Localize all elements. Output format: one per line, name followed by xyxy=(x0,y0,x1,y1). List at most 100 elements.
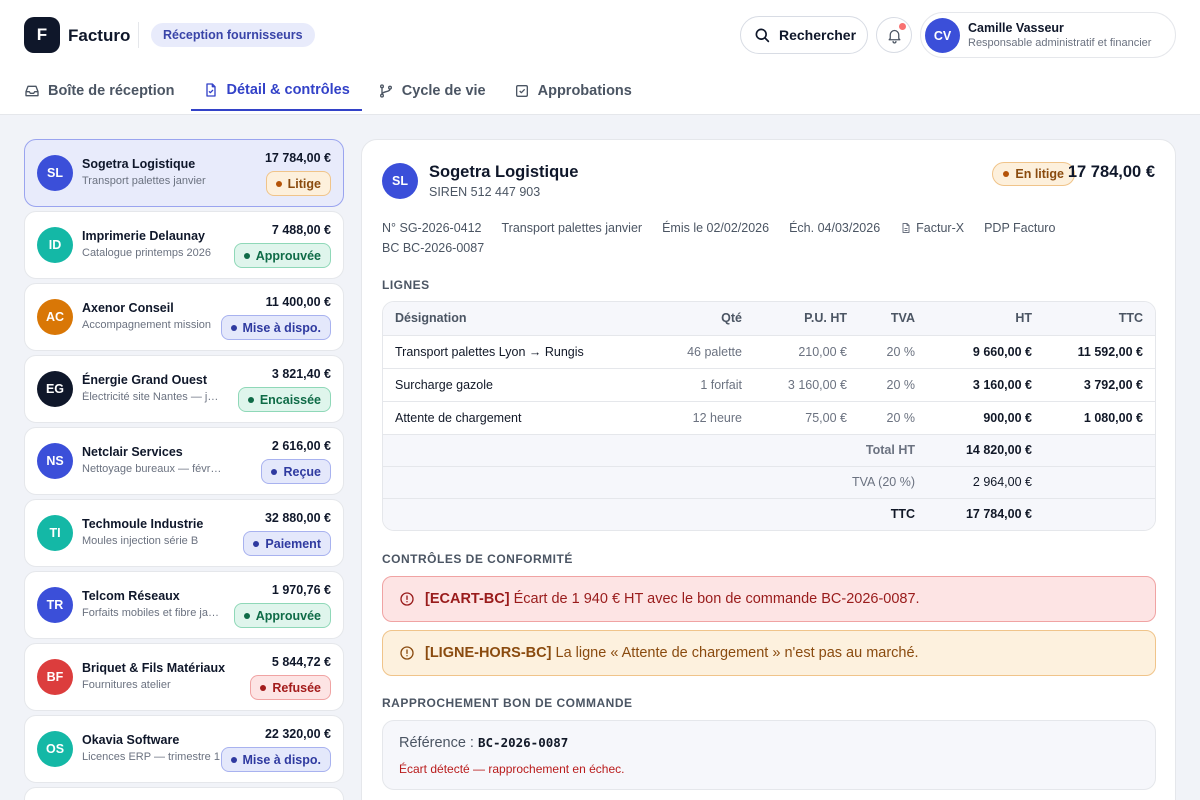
control-alert-error: [ECART-BC] Écart de 1 940 € HT avec le b… xyxy=(382,576,1156,622)
invoice-card[interactable]: BF Briquet & Fils Matériaux Fournitures at… xyxy=(24,643,344,711)
status-dot xyxy=(243,252,250,259)
supplier-avatar: OS xyxy=(37,731,73,767)
invoice-card[interactable]: OS Okavia Software Licences ERP — trimestr… xyxy=(24,715,344,783)
supplier-name: Sogetra Logistique xyxy=(82,157,196,171)
total-vat-value: 2 964,00 € xyxy=(927,466,1044,499)
matching-message: Écart détecté — rapprochement en échec. xyxy=(399,762,625,776)
invoice-amount: 11 400,00 € xyxy=(265,295,331,309)
status-label: Reçue xyxy=(283,464,321,479)
status-badge: Encaissée xyxy=(237,387,331,412)
divider xyxy=(138,22,139,48)
invoice-card[interactable]: EG Énergie Grand Ouest Électricité site Na… xyxy=(24,355,344,423)
invoice-description: Nettoyage bureaux — février xyxy=(82,463,222,475)
total-ttc-label: TTC xyxy=(383,498,927,530)
invoice-description: Fournitures atelier xyxy=(82,679,171,691)
meta-po: BC BC-2026-0087 xyxy=(382,241,485,255)
search-button[interactable]: Rechercher xyxy=(740,16,868,54)
total-ttc-row: TTC 17 784,00 € xyxy=(383,498,1155,530)
invoice-card[interactable]: ID Imprimerie Delaunay Catalogue printemps… xyxy=(24,211,344,279)
total-ttc-value: 17 784,00 € xyxy=(927,498,1044,530)
status-dot xyxy=(253,540,260,547)
invoice-amount: 7 488,00 € xyxy=(271,223,331,237)
search-label: Rechercher xyxy=(779,27,857,43)
invoice-card[interactable]: NS Netclair Services Nettoyage bureaux — f… xyxy=(24,427,344,495)
line-vat: 20 % xyxy=(859,401,927,435)
status-badge: Paiement xyxy=(243,531,331,556)
tab-approvals[interactable]: Approbations xyxy=(502,70,644,111)
column-header: TTC xyxy=(1044,302,1155,336)
tab-label: Cycle de vie xyxy=(401,82,486,99)
line-ht: 3 160,00 € xyxy=(927,368,1044,402)
line-designation: Surcharge gazole xyxy=(383,368,641,402)
status-label: Paiement xyxy=(265,536,321,551)
invoice-card[interactable]: SL Sogetra Logistique Transport palettes j… xyxy=(24,139,344,207)
status-label: Approuvée xyxy=(255,248,321,263)
tab-label: Détail & contrôles xyxy=(226,81,350,98)
line-qty: 1 forfait xyxy=(641,368,754,402)
status-label: Mise à dispo. xyxy=(242,320,322,335)
tab-inbox[interactable]: Boîte de réception xyxy=(12,70,187,111)
status-label: Encaissée xyxy=(259,392,321,407)
invoice-card[interactable]: TI Techmoule Industrie Moules injection sé… xyxy=(24,499,344,567)
column-header: TVA xyxy=(859,302,927,336)
invoice-description: Transport palettes janvier xyxy=(82,175,206,187)
invoice-amount: 17 784,00 € xyxy=(264,151,331,165)
user-menu[interactable]: CV Camille Vasseur Responsable administr… xyxy=(920,12,1176,58)
tab-lifecycle[interactable]: Cycle de vie xyxy=(366,70,498,111)
line-unit-price: 210,00 € xyxy=(754,335,859,369)
file-icon xyxy=(902,223,910,233)
section-badge: Réception fournisseurs xyxy=(151,23,315,47)
invoice-description: Moules injection série B xyxy=(82,535,199,547)
invoice-description: Licences ERP — trimestre 1 xyxy=(82,751,220,763)
supplier-avatar: ID xyxy=(37,227,73,263)
line-ht: 900,00 € xyxy=(927,401,1044,435)
supplier-avatar: SL xyxy=(37,155,73,191)
top-bar: F Facturo Réception fournisseurs Recherc… xyxy=(0,0,1200,115)
line-unit-price: 3 160,00 € xyxy=(754,368,859,402)
search-icon xyxy=(755,28,770,43)
status-badge: Refusée xyxy=(250,675,331,700)
status-label: Mise à dispo. xyxy=(242,752,322,767)
invoice-amount: 3 821,40 € xyxy=(271,367,331,381)
user-role: Responsable administratif et financier xyxy=(968,37,1152,49)
column-header: Désignation xyxy=(383,302,641,336)
meta-number: N° SG-2026-0412 xyxy=(382,221,482,235)
meta-subject: Transport palettes janvier xyxy=(501,221,643,235)
supplier-avatar: NS xyxy=(37,443,73,479)
line-vat: 20 % xyxy=(859,335,927,369)
avatar: CV xyxy=(925,18,960,53)
matching-ref-value: BC-2026-0087 xyxy=(478,735,569,750)
table-row: Surcharge gazole 1 forfait 3 160,00 € 20… xyxy=(383,368,1155,402)
supplier-avatar: SL xyxy=(382,163,418,199)
total-ht-value: 14 820,00 € xyxy=(927,434,1044,467)
po-matching-box: Référence : BC-2026-0087 Écart détecté —… xyxy=(382,720,1156,790)
meta-format-label: Factur-X xyxy=(916,221,965,235)
invoice-description: Accompagnement mission xyxy=(82,319,212,331)
meta-format: Factur-X xyxy=(900,220,964,236)
status-badge: Mise à dispo. xyxy=(220,315,331,340)
invoice-card[interactable]: TR Telcom Réseaux Forfaits mobiles et fibr… xyxy=(24,571,344,639)
supplier-siren: SIREN 512 447 903 xyxy=(429,185,541,199)
tab-detail[interactable]: Détail & contrôles xyxy=(190,70,362,111)
tab-bar: Boîte de réception Détail & contrôles Cy… xyxy=(24,70,648,115)
line-unit-price: 75,00 € xyxy=(754,401,859,435)
line-ttc: 11 592,00 € xyxy=(1044,335,1155,369)
total-vat-label: TVA (20 %) xyxy=(383,466,927,499)
notifications-button[interactable] xyxy=(876,17,912,53)
status-badge: Approuvée xyxy=(233,243,331,268)
invoice-card[interactable]: AC Axenor Conseil Accompagnement mission 11… xyxy=(24,283,344,351)
notification-dot xyxy=(899,23,906,30)
status-label: Litige xyxy=(287,176,321,191)
total-ht-row: Total HT 14 820,00 € xyxy=(383,434,1155,467)
line-ttc: 3 792,00 € xyxy=(1044,368,1155,402)
invoice-amount: 32 880,00 € xyxy=(264,511,331,525)
invoice-detail-panel: SL Sogetra Logistique SIREN 512 447 903 … xyxy=(361,139,1176,800)
lines-heading: LIGNES xyxy=(382,278,430,292)
control-code: [ECART-BC] xyxy=(425,591,510,607)
status-badge: Mise à dispo. xyxy=(220,747,331,772)
invoice-amount: 5 844,72 € xyxy=(271,655,331,669)
supplier-name: Okavia Software xyxy=(82,733,180,747)
supplier-name: Netclair Services xyxy=(82,445,183,459)
checkbox-icon xyxy=(515,84,528,97)
invoice-card[interactable] xyxy=(24,787,344,800)
